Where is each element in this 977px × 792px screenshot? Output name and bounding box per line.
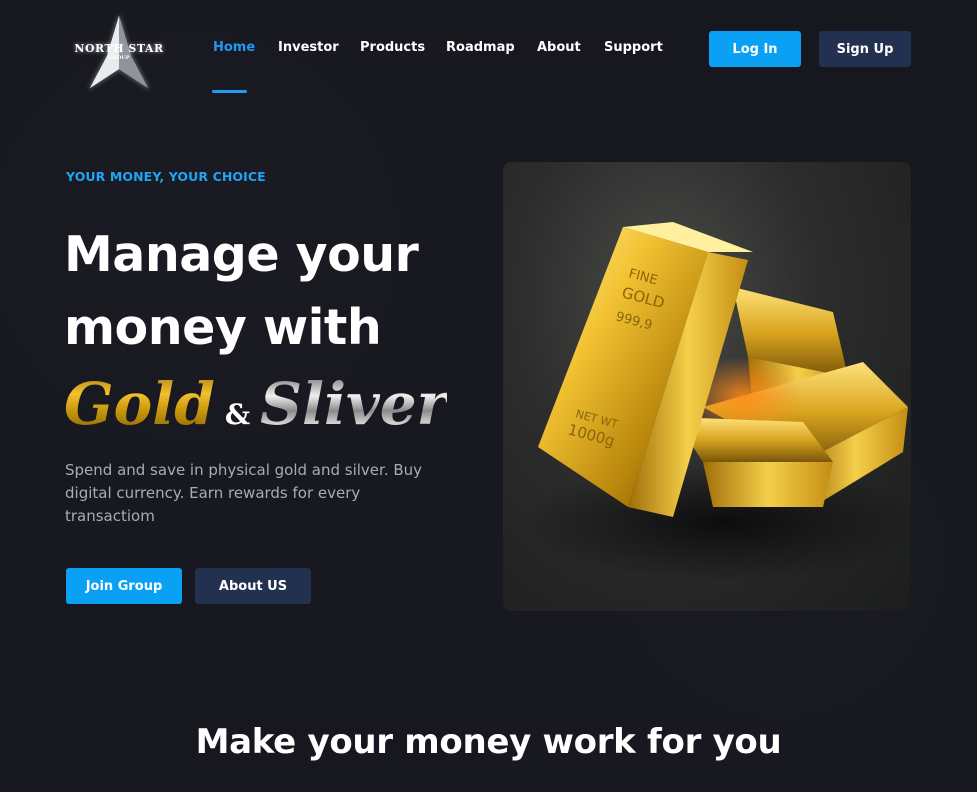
hero-metals-heading: Gold & Sliver [64, 370, 447, 440]
brand-logo[interactable]: NORTH STAR GROUP [64, 12, 174, 96]
nav-item-products[interactable]: Products [360, 40, 425, 55]
hero-title: Manage your money with [64, 226, 419, 356]
brand-sub: GROUP [108, 55, 130, 61]
join-group-button[interactable]: Join Group [66, 568, 182, 604]
ampersand: & [224, 398, 251, 431]
gold-bars-illustration: FINE GOLD 999,9 NET WT 1000g [523, 222, 911, 582]
section-title: Make your money work for you [195, 722, 782, 762]
nav-item-about[interactable]: About [537, 40, 581, 55]
nav-item-investor[interactable]: Investor [278, 40, 339, 55]
silver-word: Sliver [260, 370, 448, 438]
gold-word: Gold [64, 370, 215, 438]
signup-button[interactable]: Sign Up [819, 31, 911, 67]
hero-description: Spend and save in physical gold and silv… [65, 461, 423, 525]
site-header: NORTH STAR GROUP Home Investor Products … [0, 0, 977, 100]
nav-item-support[interactable]: Support [604, 40, 663, 55]
gold-bars-image: FINE GOLD 999,9 NET WT 1000g [503, 162, 911, 611]
active-nav-indicator [212, 90, 247, 93]
login-button[interactable]: Log In [709, 31, 801, 67]
nav-item-home[interactable]: Home [213, 40, 255, 55]
about-us-button[interactable]: About US [195, 568, 311, 604]
hero-eyebrow: YOUR MONEY, YOUR CHOICE [66, 169, 266, 184]
nav-item-roadmap[interactable]: Roadmap [446, 40, 515, 55]
brand-name: NORTH STAR [74, 42, 164, 55]
